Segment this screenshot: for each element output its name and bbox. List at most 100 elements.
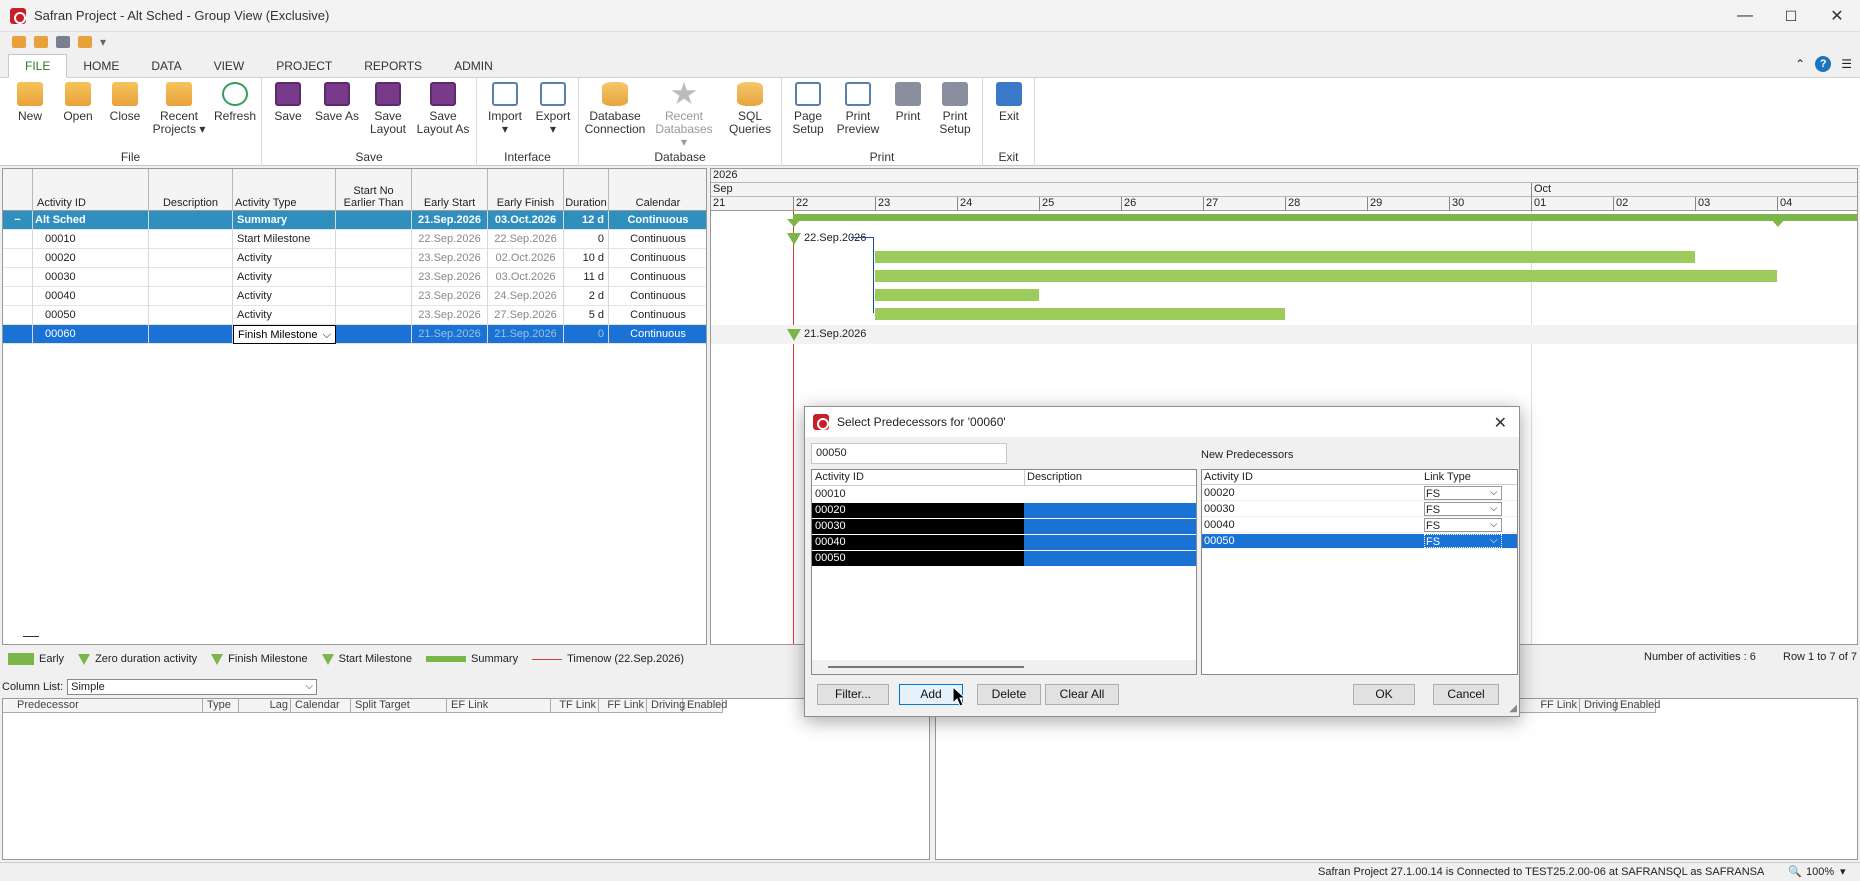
refresh-button[interactable]: Refresh [212,82,258,123]
col-calendar[interactable]: Calendar [609,169,706,211]
activity-search-input[interactable]: 00050 [811,443,1007,464]
filter-button[interactable]: Filter... [817,684,889,705]
save-layout-as-button[interactable]: Save Layout As [414,82,472,136]
table-row[interactable]: 00020 Activity 23.Sep.2026 02.Oct.2026 1… [3,249,706,268]
col-early-finish[interactable]: Early Finish [488,169,564,211]
horizontal-scrollbar[interactable] [812,660,1196,674]
list-item[interactable]: 00010 [812,487,1196,502]
list-item-selected[interactable]: 00030 [812,519,1196,534]
tab-reports[interactable]: REPORTS [348,55,438,77]
open-folder-icon [65,82,91,106]
chevron-down-icon[interactable]: ⌵ [1490,486,1498,500]
list-item-selected[interactable]: 00040 [812,535,1196,550]
splitter-handle[interactable] [23,636,39,637]
dialog-close-icon[interactable]: ✕ [1494,413,1507,433]
delete-button[interactable]: Delete [977,684,1041,705]
chevron-down-icon[interactable]: ⌵ [1490,534,1498,548]
tab-file[interactable]: FILE [8,54,68,78]
close-button[interactable]: Close [105,82,145,123]
exit-button[interactable]: Exit [989,82,1029,123]
table-row[interactable]: 00050 Activity 23.Sep.2026 27.Sep.2026 5… [3,306,706,325]
tab-home[interactable]: HOME [67,55,135,77]
col-duration[interactable]: Duration [564,169,609,211]
table-row-selected[interactable]: 00060 Finish Milestone ⌵ 21.Sep.2026 21.… [3,325,706,344]
open-button[interactable]: Open [58,82,98,123]
gantt-bar-00020[interactable] [875,251,1695,263]
dialog-logo-icon [813,414,829,430]
export-button[interactable]: Export ▾ [531,82,575,136]
chevron-down-icon[interactable]: ⌵ [306,680,314,694]
table-row[interactable]: 00040 Activity 23.Sep.2026 24.Sep.2026 2… [3,287,706,306]
gantt-bar-00050[interactable] [875,308,1285,320]
import-button[interactable]: Import ▾ [483,82,527,136]
ok-button[interactable]: OK [1353,684,1415,705]
new-button[interactable]: New [10,82,50,123]
sql-queries-button[interactable]: SQL Queries [725,82,775,136]
page-setup-button[interactable]: Page Setup [786,82,830,136]
zoom-level[interactable]: 100% [1806,866,1834,878]
gantt-day: 26 [1121,197,1136,211]
printer-icon[interactable] [56,36,70,48]
help-icon[interactable]: ? [1815,56,1832,72]
col-early-start[interactable]: Early Start [412,169,488,211]
table-row[interactable]: 00030 Activity 23.Sep.2026 03.Oct.2026 1… [3,268,706,287]
zoom-icon[interactable]: 🔍 [1788,865,1802,878]
minimize-button[interactable]: — [1722,0,1768,32]
print-preview-button[interactable]: Print Preview [834,82,882,136]
gantt-bar-00030[interactable] [875,270,1777,282]
chevron-down-icon[interactable]: ⌵ [323,326,331,343]
gantt-summary-bar[interactable] [793,214,1857,221]
list-item-selected[interactable]: 00050 FS ⌵ [1202,534,1517,549]
collapse-ribbon-icon[interactable]: ⌃ [1795,57,1805,71]
tab-data[interactable]: DATA [135,55,197,77]
gantt-month-oct: Oct [1531,183,1551,197]
ribbon-group-exit: Exit Exit [983,78,1035,166]
chevron-down-icon[interactable]: ⌵ [1490,502,1498,516]
list-item[interactable]: FS 00020 FS ⌵ [1202,486,1517,501]
print-setup-button[interactable]: Print Setup [932,82,978,136]
customize-toolbar-icon[interactable]: ▾ [100,35,106,49]
maximize-button[interactable]: ☐ [1768,0,1814,32]
save-layout-button[interactable]: Save Layout [366,82,410,136]
list-header: Activity ID Description [812,470,1196,486]
close-window-button[interactable]: ✕ [1814,0,1860,32]
finish-milestone-00060[interactable] [787,329,801,341]
column-list-select[interactable]: Simple ⌵ [67,679,318,695]
collapse-icon[interactable]: − [3,211,33,230]
save-as-button[interactable]: Save As [314,82,360,123]
folder-icon[interactable] [34,36,48,48]
recent-databases-button[interactable]: Recent Databases ▾ [651,82,717,149]
menu-icon[interactable]: ☰ [1841,57,1852,71]
col-activity-type[interactable]: Activity Type [233,169,336,211]
table-row[interactable]: 00010 Start Milestone 22.Sep.2026 22.Sep… [3,230,706,249]
tab-view[interactable]: VIEW [198,55,261,77]
list-item[interactable]: 00030 FS ⌵ [1202,502,1517,517]
list-item-selected[interactable]: 00050 [812,551,1196,566]
folder-dropdown-icon[interactable] [78,36,92,48]
tab-project[interactable]: PROJECT [260,55,348,77]
resize-grip-icon[interactable]: ◢ [1509,703,1517,714]
cancel-button[interactable]: Cancel [1433,684,1499,705]
col-description[interactable]: Description [149,169,233,211]
gantt-bar-00040[interactable] [875,289,1039,301]
start-milestone-00010[interactable] [787,233,801,245]
chevron-down-icon[interactable]: ⌵ [1490,518,1498,532]
list-item[interactable]: 00040 FS ⌵ [1202,518,1517,533]
database-connection-button[interactable]: Database Connection [583,82,647,136]
tab-admin[interactable]: ADMIN [438,55,509,77]
save-button[interactable]: Save [268,82,308,123]
col-start-no-earlier[interactable]: Start No Earlier Than [336,169,412,211]
clear-all-button[interactable]: Clear All [1045,684,1119,705]
status-bar: Safran Project 27.1.00.14 is Connected t… [0,862,1860,881]
scrollbar-thumb[interactable] [828,666,1024,668]
open-folder-icon[interactable] [12,36,26,48]
finish-milestone-icon [211,653,224,665]
export-icon [540,82,566,106]
activity-type-dropdown[interactable]: Finish Milestone ⌵ [233,325,336,344]
print-button[interactable]: Print [888,82,928,123]
recent-projects-button[interactable]: Recent Projects ▾ [150,82,208,136]
table-row-summary[interactable]: − Alt Sched Summary 21.Sep.2026 03.Oct.2… [3,211,706,230]
list-item-selected[interactable]: 00020 [812,503,1196,518]
zoom-dropdown-icon[interactable]: ▾ [1840,865,1846,878]
col-activity-id[interactable]: Activity ID [33,169,149,211]
